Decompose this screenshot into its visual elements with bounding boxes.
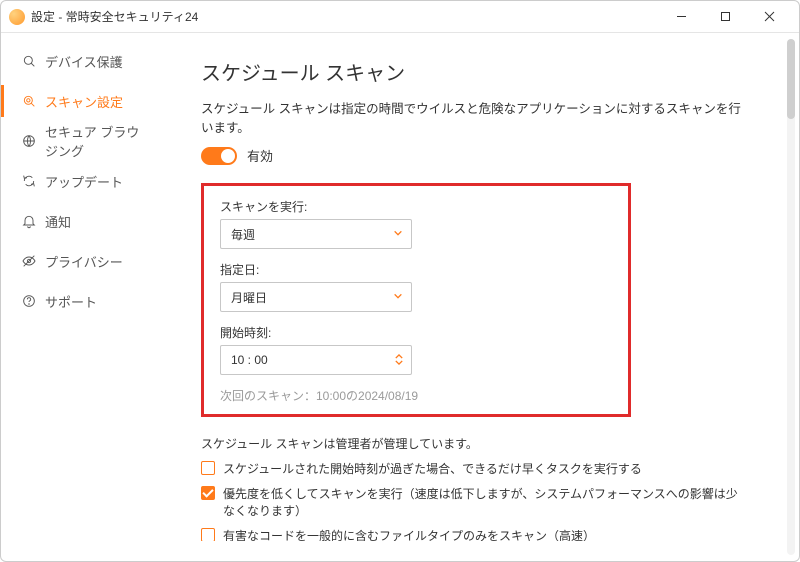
- sidebar-item-scan-settings[interactable]: スキャン設定: [1, 81, 160, 121]
- run-schedule-label: スキャンを実行:: [220, 198, 612, 215]
- maximize-button[interactable]: [703, 1, 747, 33]
- enable-toggle-row: 有効: [201, 146, 747, 165]
- admin-managed-note: スケジュール スキャンは管理者が管理しています。: [201, 435, 747, 452]
- day-value: 月曜日: [231, 289, 267, 306]
- sidebar-item-label: 通知: [45, 212, 71, 231]
- refresh-icon: [21, 173, 37, 189]
- enable-toggle-label: 有効: [247, 146, 273, 165]
- sidebar: デバイス保護 スキャン設定 セキュア ブラウジング アップデート 通知 プライバ…: [1, 33, 161, 561]
- sidebar-item-label: アップデート: [45, 172, 123, 191]
- chevron-down-icon: [393, 227, 403, 241]
- check-label: 優先度を低くしてスキャンを実行（速度は低下しますが、システムパフォーマンスへの影…: [223, 485, 747, 519]
- checkbox-run-missed[interactable]: [201, 461, 215, 475]
- globe-icon: [21, 133, 37, 149]
- start-time-label: 開始時刻:: [220, 324, 612, 341]
- page-description: スケジュール スキャンは指定の時間でウイルスと危険なアプリケーションに対するスキ…: [201, 98, 747, 136]
- bell-icon: [21, 213, 37, 229]
- check-row-0: スケジュールされた開始時刻が過ぎた場合、できるだけ早くタスクを実行する: [201, 460, 747, 477]
- check-label: スケジュールされた開始時刻が過ぎた場合、できるだけ早くタスクを実行する: [223, 460, 642, 477]
- sidebar-item-update[interactable]: アップデート: [1, 161, 160, 201]
- scrollbar[interactable]: [787, 39, 795, 555]
- time-stepper[interactable]: [395, 354, 403, 366]
- checkbox-low-priority[interactable]: [201, 486, 215, 500]
- sidebar-item-device-protect[interactable]: デバイス保護: [1, 41, 160, 81]
- bug-scan-icon: [21, 93, 37, 109]
- sidebar-item-label: プライバシー: [45, 252, 123, 271]
- help-icon: [21, 293, 37, 309]
- app-icon: [9, 9, 25, 25]
- day-label: 指定日:: [220, 261, 612, 278]
- sidebar-item-label: セキュア ブラウジング: [45, 122, 144, 160]
- schedule-config-box: スキャンを実行: 毎週 指定日: 月曜日 開始時刻: 10 : 00 次回のスキ…: [201, 183, 631, 417]
- sidebar-item-privacy[interactable]: プライバシー: [1, 241, 160, 281]
- next-scan-text: 次回のスキャン：10:00の2024/08/19: [220, 387, 612, 404]
- shield-search-icon: [21, 53, 37, 69]
- page-title: スケジュール スキャン: [201, 57, 747, 86]
- run-schedule-value: 毎週: [231, 226, 255, 243]
- sidebar-item-notification[interactable]: 通知: [1, 201, 160, 241]
- chevron-down-icon: [393, 290, 403, 304]
- close-button[interactable]: [747, 1, 791, 33]
- checkbox-fast-scan[interactable]: [201, 528, 215, 541]
- eye-off-icon: [21, 253, 37, 269]
- sidebar-item-secure-browsing[interactable]: セキュア ブラウジング: [1, 121, 160, 161]
- run-schedule-select[interactable]: 毎週: [220, 219, 412, 249]
- check-label: 有害なコードを一般的に含むファイルタイプのみをスキャン（高速）: [223, 527, 595, 541]
- window-title: 設定 - 常時安全セキュリティ24: [31, 8, 198, 25]
- minimize-button[interactable]: [659, 1, 703, 33]
- content-area: スケジュール スキャン スケジュール スキャンは指定の時間でウイルスと危険なアプ…: [161, 33, 799, 561]
- start-time-value: 10 : 00: [231, 353, 268, 367]
- sidebar-item-label: サポート: [45, 292, 97, 311]
- start-time-input[interactable]: 10 : 00: [220, 345, 412, 375]
- titlebar: 設定 - 常時安全セキュリティ24: [1, 1, 799, 33]
- scrollbar-thumb[interactable]: [787, 39, 795, 119]
- sidebar-item-support[interactable]: サポート: [1, 281, 160, 321]
- enable-toggle[interactable]: [201, 147, 237, 165]
- check-row-1: 優先度を低くしてスキャンを実行（速度は低下しますが、システムパフォーマンスへの影…: [201, 485, 747, 519]
- sidebar-item-label: スキャン設定: [45, 92, 123, 111]
- chevron-down-icon[interactable]: [395, 360, 403, 366]
- check-row-2: 有害なコードを一般的に含むファイルタイプのみをスキャン（高速）: [201, 527, 747, 541]
- sidebar-item-label: デバイス保護: [45, 52, 123, 71]
- day-select[interactable]: 月曜日: [220, 282, 412, 312]
